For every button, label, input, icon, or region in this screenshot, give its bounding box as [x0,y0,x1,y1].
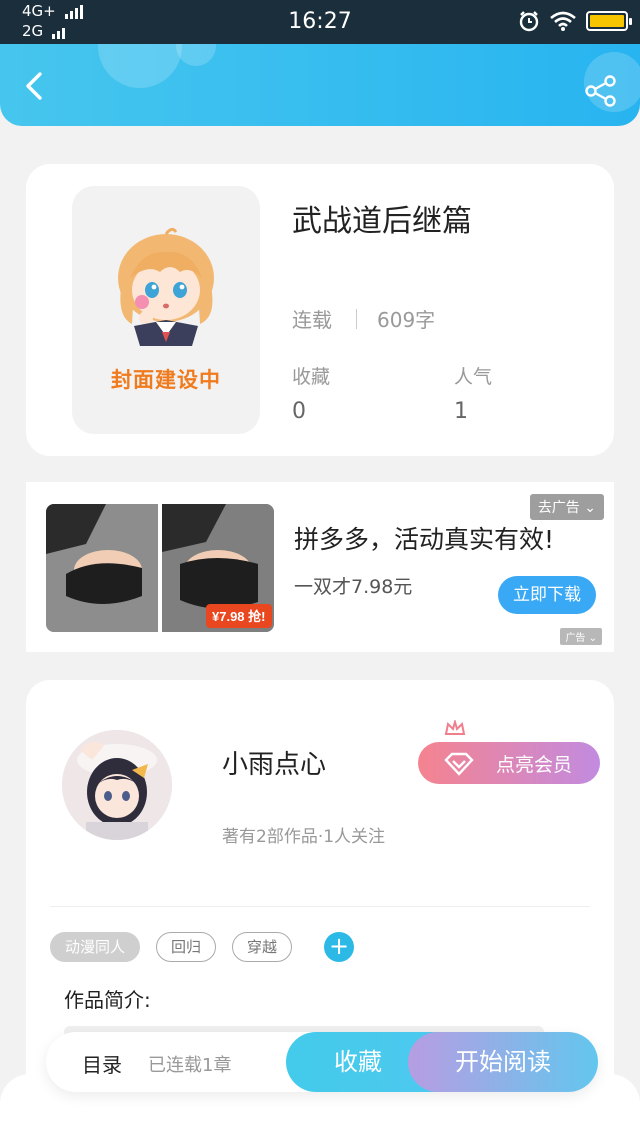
vip-button-label: 点亮会员 [495,753,572,776]
ad-mark: 广告 ⌄ [560,628,602,645]
bottom-action-bar: 目录 已连载1章 收藏 开始阅读 [46,1032,598,1092]
decorative-bubble [98,44,182,88]
share-icon[interactable] [584,74,618,108]
remove-ad-label: 去广告 [537,500,580,516]
status-bar: 4G+ 2G 16:27 [0,0,640,44]
battery-icon [586,11,632,31]
serial-status: 已连载1章 [148,1055,232,1076]
avatar-illustration [62,730,172,840]
author-avatar[interactable] [62,730,172,840]
decorative-bubble [176,44,216,66]
fav-count-value: 0 [292,399,306,424]
ad-download-button[interactable]: 立即下载 [498,576,596,614]
ad-mark-label: 广告 [565,633,586,644]
author-name[interactable]: 小雨点心 [222,744,326,781]
book-word-count: 609字 [377,308,436,332]
crown-icon [444,720,466,735]
section-divider [50,906,590,907]
book-title: 武战道后继篇 [292,204,472,239]
tag-item[interactable]: 回归 [156,932,217,962]
book-meta: 连载 609字 [292,304,435,333]
book-info-card: 封面建设中 武战道后继篇 连载 609字 收藏 0 人气 1 [26,164,614,456]
tag-list: 动漫同人 回归 穿越 + [50,932,355,962]
cover-illustration [118,227,214,346]
diamond-icon [444,752,474,776]
toc-button[interactable]: 目录 [82,1049,122,1078]
back-icon[interactable] [18,70,50,102]
tag-item[interactable]: 穿越 [232,932,293,962]
book-status: 连载 [292,308,332,332]
add-tag-button[interactable]: + [324,932,355,962]
remove-ad-button[interactable]: 去广告 ⌄ [529,494,604,520]
author-stats: 著有2部作品·1人关注 [222,827,386,847]
status-icons [518,10,632,32]
popularity-label: 人气 [454,366,493,388]
ad-image-divider [158,504,162,632]
ad-price-tag: ¥7.98 抢! [212,609,265,624]
intro-label: 作品简介: [64,988,151,1012]
start-reading-button[interactable]: 开始阅读 [408,1032,598,1092]
ad-banner[interactable]: ¥7.98 抢! 去广告 ⌄ 拼多多，活动真实有效! 一双才7.98元 立即下载… [26,482,614,652]
chevron-down-icon: ⌄ [584,500,596,516]
wifi-icon [550,11,576,31]
ad-description: 一双才7.98元 [294,576,413,598]
meta-divider [356,308,357,329]
tag-item[interactable]: 动漫同人 [50,932,141,962]
popularity-value: 1 [454,399,468,424]
ad-image[interactable]: ¥7.98 抢! [46,504,274,632]
book-cover[interactable]: 封面建设中 [72,186,260,434]
cover-placeholder-text: 封面建设中 [111,368,221,392]
ad-title: 拼多多，活动真实有效! [294,525,555,554]
fav-count-label: 收藏 [292,366,331,388]
header-bar [0,44,640,126]
alarm-icon [519,11,539,32]
